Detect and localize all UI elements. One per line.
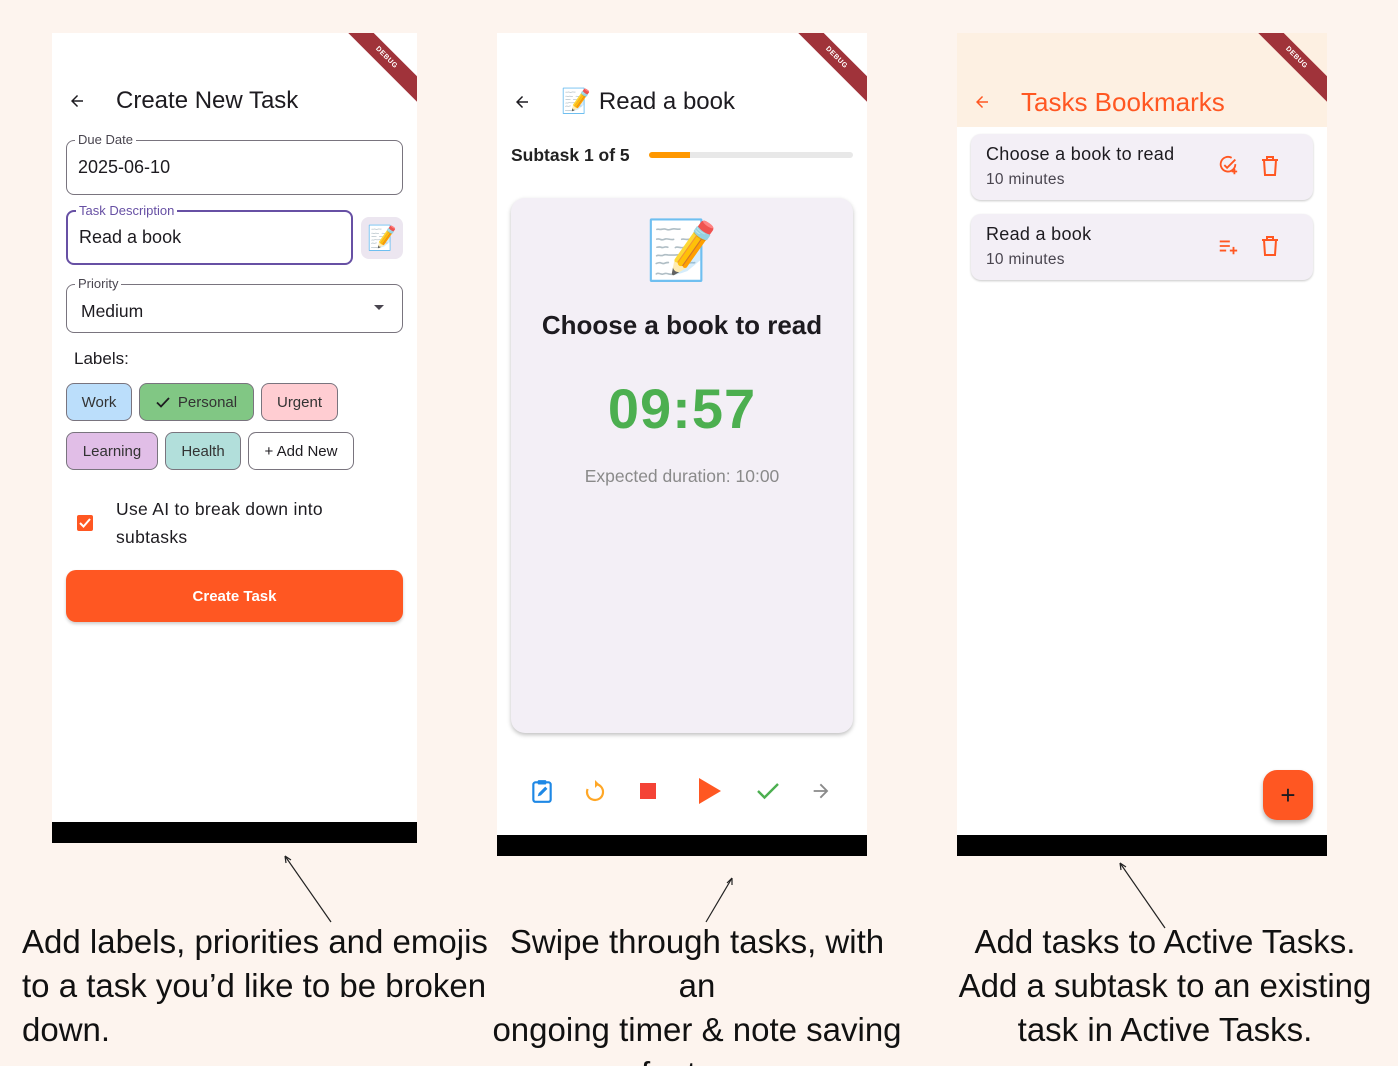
caption-line: Add labels, priorities and emojis bbox=[22, 923, 488, 960]
caption-line: to a task you’d like to be broken bbox=[22, 967, 487, 1004]
caption-line: Add tasks to Active Tasks. bbox=[974, 923, 1356, 960]
caption-line: task in Active Tasks. bbox=[1017, 1011, 1313, 1048]
annotation-arrows bbox=[284, 855, 1166, 929]
caption-line: feature. bbox=[487, 1052, 907, 1066]
caption-line: down. bbox=[22, 1011, 111, 1048]
caption-line: ongoing timer & note saving bbox=[492, 1011, 902, 1048]
caption-line: Add a subtask to an existing bbox=[958, 967, 1372, 1004]
caption-timer: Swipe through tasks, with an ongoing tim… bbox=[487, 920, 907, 1066]
caption-bookmarks: Add tasks to Active Tasks. Add a subtask… bbox=[945, 920, 1385, 1052]
caption-line: Swipe through tasks, with an bbox=[509, 923, 885, 1004]
caption-create-task: Add labels, priorities and emojis to a t… bbox=[22, 920, 488, 1052]
